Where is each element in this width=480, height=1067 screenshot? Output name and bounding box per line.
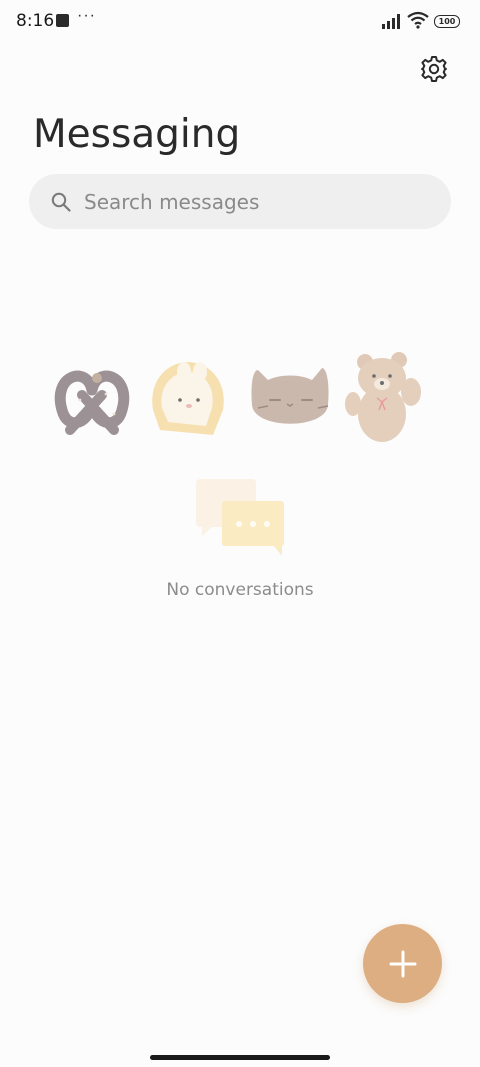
home-indicator[interactable] [150,1055,330,1060]
notification-icon [56,14,69,27]
battery-icon: 100 [434,15,460,28]
new-conversation-button[interactable] [363,924,442,1003]
search-input[interactable]: Search messages [84,190,259,214]
bunny-toast-icon [152,362,224,435]
pretzel-icon [54,370,130,435]
gear-icon [421,56,447,82]
search-bar[interactable]: Search messages [29,174,451,229]
more-notifications-icon: ··· [77,7,96,24]
empty-state-illustration [54,352,421,442]
page-title: Messaging [33,112,241,157]
settings-button[interactable] [418,53,450,85]
wifi-icon [407,11,429,29]
empty-state-message: No conversations [166,580,314,600]
plus-icon [389,950,416,977]
cat-bread-icon [251,368,329,424]
teddy-bear-icon [345,352,421,442]
chat-bubbles-icon [196,479,284,556]
signal-icon [382,14,400,29]
status-time: 8:16 [16,11,55,31]
status-bar: 8:16 ··· 100 [0,0,480,44]
search-icon [51,191,73,213]
